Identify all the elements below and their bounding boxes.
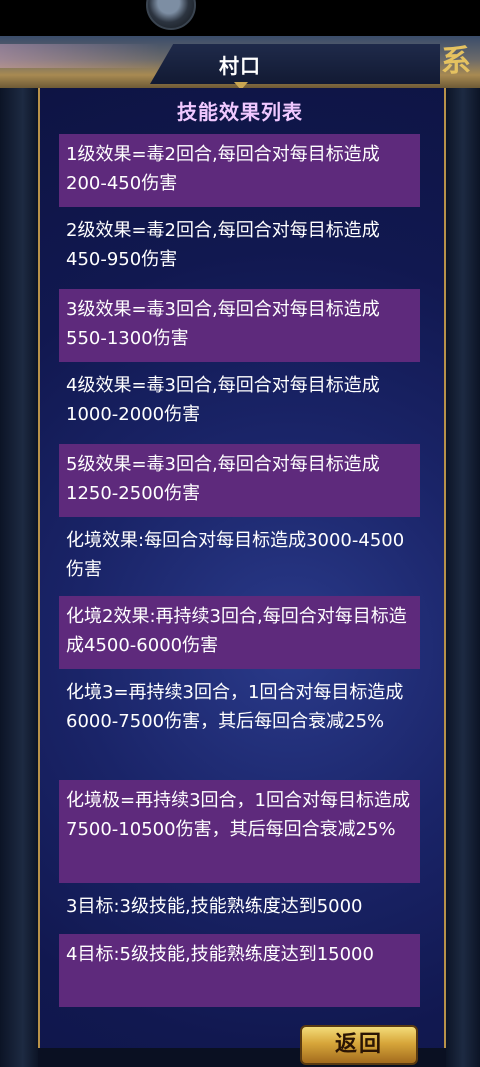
effect-row: 化境极=再持续3回合，1回合对每目标造成7500-10500伤害，其后每回合衰减…	[59, 780, 420, 883]
system-emblem-icon[interactable]: 系	[436, 42, 476, 82]
effect-row: 化境3=再持续3回合，1回合对每目标造成6000-7500伤害，其后每回合衰减2…	[66, 682, 404, 732]
effect-row: 1级效果=毒2回合,每回合对每目标造成200-450伤害	[59, 134, 420, 207]
page-title: 村口	[219, 54, 261, 78]
right-frame-rail	[446, 88, 480, 1067]
effect-row: 2级效果=毒2回合,每回合对每目标造成450-950伤害	[66, 220, 380, 270]
effect-row: 化境2效果:再持续3回合,每回合对每目标造成4500-6000伤害	[59, 596, 420, 669]
effect-row: 4目标:5级技能,技能熟练度达到15000	[59, 934, 420, 1007]
back-button[interactable]: 返回	[300, 1025, 418, 1065]
effect-row: 3目标:3级技能,技能熟练度达到5000	[66, 896, 363, 917]
effect-row: 4级效果=毒3回合,每回合对每目标造成1000-2000伤害	[66, 375, 380, 425]
menu-orb-icon[interactable]	[146, 0, 196, 30]
effect-row: 化境效果:每回合对每目标造成3000-4500伤害	[66, 530, 405, 580]
panel-heading: 技能效果列表	[177, 100, 303, 124]
effect-row: 3级效果=毒3回合,每回合对每目标造成550-1300伤害	[59, 289, 420, 362]
top-bar	[0, 0, 480, 36]
left-frame-rail	[0, 88, 38, 1067]
effect-row: 5级效果=毒3回合,每回合对每目标造成1250-2500伤害	[59, 444, 420, 517]
